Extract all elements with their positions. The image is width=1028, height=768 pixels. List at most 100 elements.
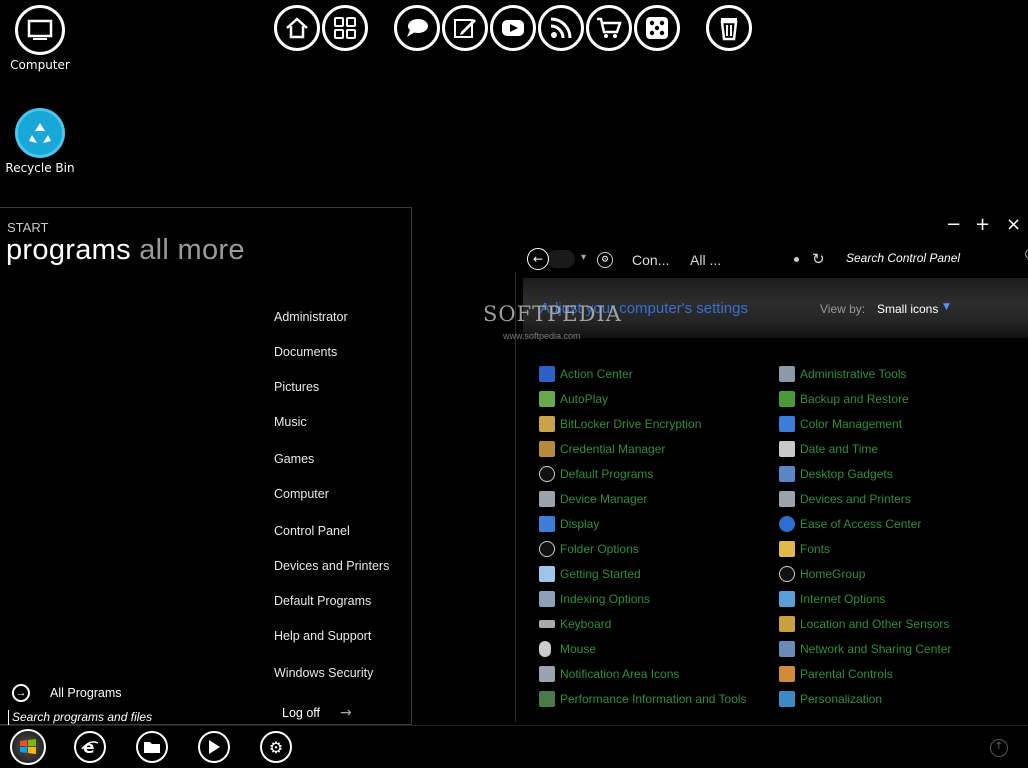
cp-item-autoplay[interactable]: AutoPlay: [539, 390, 608, 408]
cp-item-bitlocker[interactable]: BitLocker Drive Encryption: [539, 415, 701, 433]
cp-item-display[interactable]: Display: [539, 515, 599, 533]
start-place-item[interactable]: Windows Security: [274, 666, 373, 680]
start-place-item[interactable]: Default Programs: [274, 594, 371, 608]
network-icon: [779, 641, 795, 657]
start-place-item[interactable]: Help and Support: [274, 629, 371, 643]
home-icon[interactable]: [274, 5, 320, 51]
start-place-item[interactable]: Control Panel: [274, 524, 350, 538]
start-menu: START programs all more Administrator Do…: [0, 207, 412, 726]
cp-item-indexing-options[interactable]: Indexing Options: [539, 590, 650, 608]
cp-item-devices-printers[interactable]: Devices and Printers: [779, 490, 911, 508]
chat-bubble-icon[interactable]: [394, 5, 440, 51]
backup-icon: [779, 391, 795, 407]
cp-item-color-management[interactable]: Color Management: [779, 415, 902, 433]
cp-item-location-sensors[interactable]: Location and Other Sensors: [779, 615, 949, 633]
history-dropdown-icon[interactable]: ▾: [581, 252, 586, 263]
ease-of-access-icon: [779, 516, 795, 532]
address-dropdown-icon[interactable]: [794, 257, 799, 262]
minimize-button[interactable]: −: [946, 214, 961, 235]
trash-icon[interactable]: [706, 5, 752, 51]
parental-controls-icon: [779, 666, 795, 682]
start-place-item[interactable]: Administrator: [274, 310, 348, 324]
apps-grid-icon[interactable]: [322, 5, 368, 51]
cp-item-keyboard[interactable]: Keyboard: [539, 615, 611, 633]
lock-icon: [539, 416, 555, 432]
softpedia-watermark: SOFTPEDIA: [483, 302, 622, 326]
start-place-item[interactable]: Documents: [274, 345, 337, 359]
monitor-icon: [539, 516, 555, 532]
cp-item-notification-area-icons[interactable]: Notification Area Icons: [539, 665, 679, 683]
close-button[interactable]: ×: [1006, 214, 1021, 235]
control-panel-window: − + × ← ▾ ⚙ Con... All ... ↻ Search Cont…: [515, 212, 1028, 725]
dice-icon[interactable]: [634, 5, 680, 51]
arrow-right-icon: →: [12, 684, 30, 702]
arrow-up-icon[interactable]: ↑: [990, 739, 1008, 757]
internet-explorer-icon[interactable]: e: [74, 731, 106, 763]
clock-icon: [779, 441, 795, 457]
cp-item-homegroup[interactable]: HomeGroup: [779, 565, 865, 583]
cp-item-credential-manager[interactable]: Credential Manager: [539, 440, 665, 458]
start-place-item[interactable]: Pictures: [274, 380, 319, 394]
personalization-icon: [779, 691, 795, 707]
cp-item-fonts[interactable]: Fonts: [779, 540, 830, 558]
desktop-icon-label: Recycle Bin: [5, 161, 75, 175]
mouse-icon: [539, 641, 551, 657]
internet-options-icon: [779, 591, 795, 607]
start-place-item[interactable]: Devices and Printers: [274, 559, 389, 573]
control-panel-search-input[interactable]: Search Control Panel: [846, 251, 960, 265]
vault-icon: [539, 441, 555, 457]
forward-button[interactable]: [547, 250, 575, 268]
getting-started-icon: [539, 566, 555, 582]
cp-item-ease-of-access[interactable]: Ease of Access Center: [779, 515, 921, 533]
start-place-item[interactable]: Computer: [274, 487, 329, 501]
settings-gear-icon[interactable]: ⚙: [260, 731, 292, 763]
desktop-icon-label: Computer: [10, 58, 70, 72]
cp-item-action-center[interactable]: Action Center: [539, 365, 633, 383]
cp-item-default-programs[interactable]: Default Programs: [539, 465, 653, 483]
tab-programs[interactable]: programs: [6, 234, 131, 266]
view-by-dropdown[interactable]: Small icons: [877, 302, 938, 316]
recent-locations-icon[interactable]: ⚙: [597, 252, 613, 268]
printer-icon: [779, 491, 795, 507]
admin-tools-icon: [779, 366, 795, 382]
windows-start-icon[interactable]: [10, 729, 46, 765]
play-video-icon[interactable]: [490, 5, 536, 51]
maximize-button[interactable]: +: [975, 214, 990, 235]
cp-item-internet-options[interactable]: Internet Options: [779, 590, 885, 608]
device-manager-icon: [539, 491, 555, 507]
back-arrow-icon[interactable]: ←: [527, 248, 549, 270]
recycle-bin-icon: [15, 108, 65, 158]
taskbar: e ⚙ ↑: [0, 725, 1028, 768]
cp-item-date-time[interactable]: Date and Time: [779, 440, 878, 458]
media-play-icon[interactable]: [198, 731, 230, 763]
all-programs-label: All Programs: [50, 686, 122, 700]
logoff-button[interactable]: Log off: [282, 706, 320, 720]
cp-item-device-manager[interactable]: Device Manager: [539, 490, 647, 508]
chevron-down-icon[interactable]: ▼: [943, 302, 950, 312]
cp-item-desktop-gadgets[interactable]: Desktop Gadgets: [779, 465, 893, 483]
logoff-options-arrow-icon[interactable]: →: [340, 705, 352, 721]
cp-item-getting-started[interactable]: Getting Started: [539, 565, 641, 583]
start-place-item[interactable]: Music: [274, 415, 307, 429]
cp-item-parental-controls[interactable]: Parental Controls: [779, 665, 893, 683]
rss-feed-icon[interactable]: [538, 5, 584, 51]
cp-item-personalization[interactable]: Personalization: [779, 690, 882, 708]
folder-icon[interactable]: [136, 731, 168, 763]
shopping-cart-icon[interactable]: [586, 5, 632, 51]
svg-text:e: e: [83, 738, 95, 757]
start-place-item[interactable]: Games: [274, 452, 314, 466]
cp-item-network-sharing[interactable]: Network and Sharing Center: [779, 640, 951, 658]
cp-item-performance[interactable]: Performance Information and Tools: [539, 690, 747, 708]
start-search-input[interactable]: Search programs and files: [8, 710, 258, 726]
edit-note-icon[interactable]: [442, 5, 488, 51]
cp-item-folder-options[interactable]: Folder Options: [539, 540, 639, 558]
cp-item-mouse[interactable]: Mouse: [539, 640, 596, 658]
cp-item-administrative-tools[interactable]: Administrative Tools: [779, 365, 907, 383]
breadcrumb-all-items[interactable]: All ...: [690, 252, 721, 268]
refresh-icon[interactable]: ↻: [812, 250, 825, 268]
desktop-icon-recycle-bin[interactable]: Recycle Bin: [0, 108, 80, 175]
cp-item-backup-restore[interactable]: Backup and Restore: [779, 390, 909, 408]
all-programs-button[interactable]: → All Programs: [12, 684, 122, 702]
tab-all-more[interactable]: all more: [139, 234, 245, 266]
breadcrumb-control-panel[interactable]: Con...: [632, 252, 669, 268]
